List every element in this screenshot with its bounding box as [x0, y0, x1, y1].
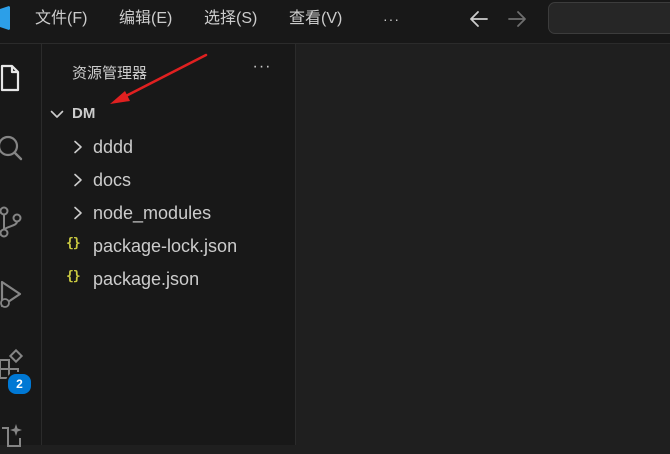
explorer-icon[interactable]	[0, 60, 28, 96]
menu-file[interactable]: 文件(F)	[35, 0, 87, 38]
explorer-sidebar: 资源管理器 ··· DM dddd docs node_modules {} p…	[42, 44, 296, 445]
menu-edit[interactable]: 编辑(E)	[119, 0, 172, 38]
copilot-icon[interactable]	[0, 418, 28, 454]
tree-item-label: docs	[93, 170, 132, 190]
explorer-root-folder[interactable]: DM	[42, 102, 296, 126]
explorer-title: 资源管理器	[72, 65, 148, 82]
explorer-more-actions-button[interactable]: ···	[248, 59, 276, 82]
menu-more[interactable]: ···	[383, 0, 400, 38]
tree-item-label: package.json	[93, 269, 200, 289]
arrow-right-icon[interactable]	[503, 6, 531, 32]
tree-item-label: node_modules	[93, 203, 212, 223]
title-bar: 文件(F) 编辑(E) 选择(S) 查看(V) ···	[0, 0, 670, 44]
menu-view[interactable]: 查看(V)	[289, 0, 342, 38]
chevron-right-icon	[74, 173, 82, 187]
tree-item-label: package-lock.json	[93, 236, 238, 256]
tree-item-folder[interactable]: node_modules	[42, 200, 296, 226]
extensions-badge: 2	[6, 372, 33, 396]
vscode-logo-icon	[0, 6, 10, 30]
tree-item-folder[interactable]: docs	[42, 167, 296, 193]
tree-item-file[interactable]: {} package.json	[42, 266, 296, 292]
chevron-right-icon	[74, 206, 82, 220]
json-file-icon: {}	[66, 269, 81, 284]
search-icon[interactable]	[0, 132, 28, 168]
run-debug-icon[interactable]	[0, 276, 28, 312]
menu-selection[interactable]: 选择(S)	[204, 0, 257, 38]
command-center-search[interactable]	[548, 2, 670, 34]
tree-item-label: dddd	[93, 137, 134, 157]
chevron-right-icon	[74, 140, 82, 154]
tree-item-file[interactable]: {} package-lock.json	[42, 233, 296, 259]
editor-area[interactable]	[296, 44, 670, 445]
chevron-down-icon	[50, 110, 64, 118]
activity-bar: 2	[0, 44, 42, 447]
tree-item-folder[interactable]: dddd	[42, 134, 296, 160]
arrow-left-icon[interactable]	[465, 6, 493, 32]
source-control-icon[interactable]	[0, 204, 28, 240]
root-folder-label: DM	[72, 105, 96, 122]
json-file-icon: {}	[66, 236, 81, 251]
